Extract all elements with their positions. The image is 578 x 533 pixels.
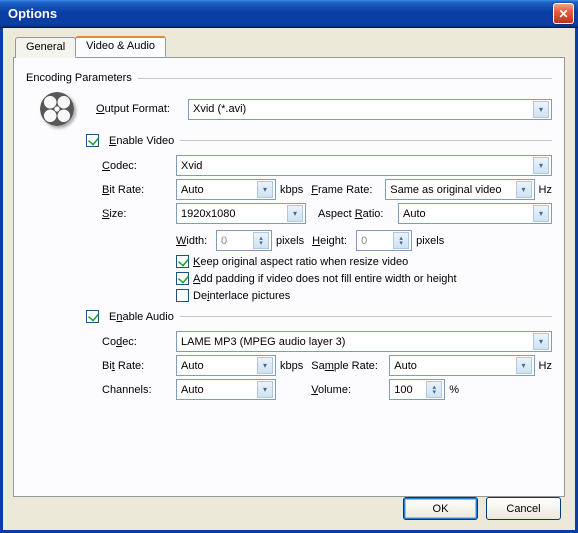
ok-button[interactable]: OK — [403, 497, 478, 520]
output-format-label: Output Format: — [96, 103, 188, 115]
chevron-down-icon: ▾ — [533, 333, 549, 350]
group-encoding: Encoding Parameters Output Format: Xvid … — [26, 72, 552, 400]
chevron-down-icon: ▾ — [533, 101, 549, 118]
window-title: Options — [8, 6, 57, 21]
keep-aspect-label: Keep original aspect ratio when resize v… — [193, 256, 408, 268]
audio-codec-select[interactable]: LAME MP3 (MPEG audio layer 3) ▾ — [176, 331, 552, 352]
width-input[interactable]: ▴▾ — [216, 230, 272, 251]
chevron-down-icon: ▾ — [516, 357, 532, 374]
spinner-icon[interactable]: ▴▾ — [253, 232, 269, 249]
aspect-ratio-label: Aspect Ratio: — [318, 208, 398, 220]
output-format-select[interactable]: Xvid (*.avi) ▾ — [188, 99, 552, 120]
close-icon: ✕ — [558, 7, 568, 21]
film-reel-icon — [40, 92, 74, 126]
volume-label: Volume: — [311, 384, 389, 396]
audio-codec-value: LAME MP3 (MPEG audio layer 3) — [181, 336, 345, 348]
tab-panel: Encoding Parameters Output Format: Xvid … — [13, 57, 565, 497]
audio-bitrate-value: Auto — [181, 360, 204, 372]
chevron-down-icon: ▾ — [533, 157, 549, 174]
unit-percent: % — [449, 384, 459, 396]
video-framerate-label: Frame Rate: — [311, 184, 385, 196]
video-codec-value: Xvid — [181, 160, 202, 172]
spinner-icon[interactable]: ▴▾ — [393, 232, 409, 249]
video-codec-select[interactable]: Xvid ▾ — [176, 155, 552, 176]
enable-video-label: Enable Video — [109, 135, 174, 147]
channels-label: Channels: — [102, 384, 176, 396]
video-framerate-value: Same as original video — [390, 184, 501, 196]
divider — [180, 316, 552, 317]
video-bitrate-value: Auto — [181, 184, 204, 196]
audio-codec-label: Codec: — [102, 336, 176, 348]
chevron-down-icon: ▾ — [257, 381, 273, 398]
enable-audio-checkbox[interactable] — [86, 310, 99, 323]
keep-aspect-checkbox[interactable] — [176, 255, 189, 268]
video-bitrate-label: Bit Rate: — [102, 184, 176, 196]
width-value[interactable] — [221, 232, 253, 249]
chevron-down-icon: ▾ — [516, 181, 532, 198]
dialog-buttons: OK Cancel — [403, 497, 561, 520]
unit-hz: Hz — [539, 184, 552, 196]
sample-rate-value: Auto — [394, 360, 417, 372]
divider — [180, 140, 552, 141]
spinner-icon[interactable]: ▴▾ — [426, 381, 442, 398]
chevron-down-icon: ▾ — [257, 181, 273, 198]
height-value[interactable] — [361, 232, 393, 249]
width-label: Width: — [176, 235, 216, 247]
video-codec-label: Codec: — [102, 160, 176, 172]
video-size-value: 1920x1080 — [181, 208, 235, 220]
tab-general[interactable]: General — [15, 37, 76, 58]
unit-hz: Hz — [539, 360, 552, 372]
chevron-down-icon: ▾ — [533, 205, 549, 222]
add-padding-label: Add padding if video does not fill entir… — [193, 273, 457, 285]
unit-pixels: pixels — [276, 235, 304, 247]
add-padding-checkbox[interactable] — [176, 272, 189, 285]
group-encoding-label: Encoding Parameters — [26, 72, 132, 84]
video-bitrate-select[interactable]: Auto ▾ — [176, 179, 276, 200]
deinterlace-label: Deinterlace pictures — [193, 290, 290, 302]
channels-value: Auto — [181, 384, 204, 396]
title-bar: Options ✕ — [0, 0, 578, 28]
chevron-down-icon: ▾ — [257, 357, 273, 374]
unit-kbps: kbps — [280, 360, 303, 372]
tab-video-audio[interactable]: Video & Audio — [75, 36, 166, 57]
height-input[interactable]: ▴▾ — [356, 230, 412, 251]
volume-input[interactable]: ▴▾ — [389, 379, 445, 400]
audio-bitrate-select[interactable]: Auto ▾ — [176, 355, 276, 376]
audio-bitrate-label: Bit Rate: — [102, 360, 176, 372]
channels-select[interactable]: Auto ▾ — [176, 379, 276, 400]
deinterlace-checkbox[interactable] — [176, 289, 189, 302]
height-label: Height: — [312, 235, 356, 247]
aspect-ratio-value: Auto — [403, 208, 426, 220]
divider — [138, 78, 552, 79]
video-framerate-select[interactable]: Same as original video ▾ — [385, 179, 534, 200]
volume-value[interactable] — [394, 381, 426, 398]
enable-video-checkbox[interactable] — [86, 134, 99, 147]
tab-strip: General Video & Audio — [15, 36, 565, 57]
chevron-down-icon: ▾ — [287, 205, 303, 222]
output-format-value: Xvid (*.avi) — [193, 103, 246, 115]
video-size-select[interactable]: 1920x1080 ▾ — [176, 203, 306, 224]
window-body: General Video & Audio Encoding Parameter… — [0, 28, 578, 533]
cancel-button[interactable]: Cancel — [486, 497, 561, 520]
aspect-ratio-select[interactable]: Auto ▾ — [398, 203, 552, 224]
close-button[interactable]: ✕ — [553, 3, 574, 24]
video-size-label: Size: — [102, 208, 176, 220]
enable-audio-label: Enable Audio — [109, 311, 174, 323]
unit-kbps: kbps — [280, 184, 303, 196]
sample-rate-select[interactable]: Auto ▾ — [389, 355, 534, 376]
unit-pixels: pixels — [416, 235, 444, 247]
sample-rate-label: Sample Rate: — [311, 360, 389, 372]
